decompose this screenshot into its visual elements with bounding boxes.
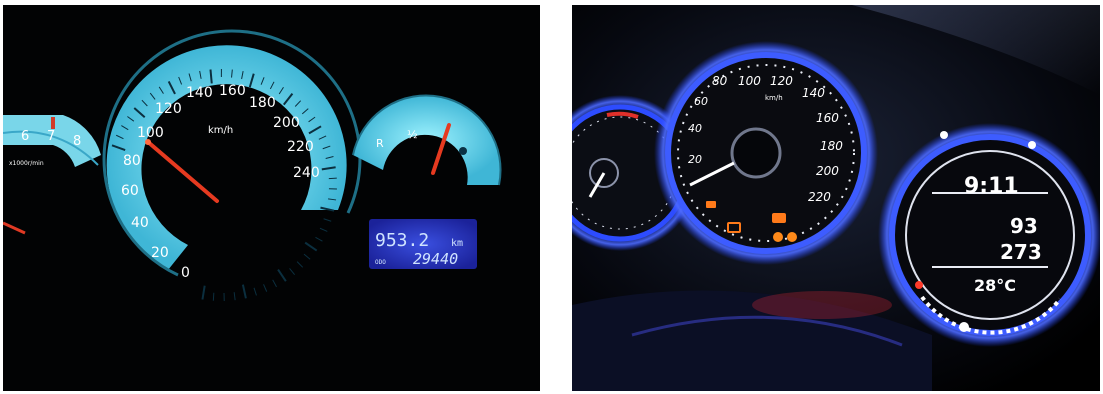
speedo-tick-label: 60 (694, 95, 708, 108)
speedo-unit-label: km/h (208, 125, 233, 136)
photo-dashboard-modern: 20 40 60 80 100 120 140 160 180 200 220 … (572, 5, 1100, 391)
speedo-tick (201, 285, 206, 300)
speedo-tick (253, 287, 257, 296)
speedometer-needle (146, 140, 219, 203)
airbag-warning-icon (787, 232, 797, 242)
speedo-tick-label: 140 (802, 86, 825, 100)
speedo-tick (233, 292, 236, 301)
trip-unit: km (451, 238, 463, 249)
seatbelt-warning-icon (773, 232, 783, 242)
speedo-tick (323, 218, 332, 222)
speedo-tick (263, 284, 268, 292)
speedo-tick (209, 69, 213, 84)
speedo-tick-label: 160 (219, 83, 246, 99)
speedo-tick-label: 220 (808, 190, 831, 204)
speedo-tick (304, 241, 318, 252)
warning-light-icon (706, 201, 716, 208)
speedo-tick-label: 40 (688, 122, 702, 135)
clock-time: 9:11 (964, 174, 1019, 199)
speedo-tick-label: 80 (123, 153, 141, 169)
speedo-tick-label: 160 (816, 111, 839, 125)
speedo-tick-label: 80 (712, 74, 728, 88)
multi-info-display: 9:11 93 273 28°C (878, 123, 1100, 347)
engine-warning-icon (772, 213, 786, 223)
indicator-icon (940, 131, 948, 139)
outside-temperature: 28°C (974, 276, 1016, 295)
speedo-tick (241, 284, 247, 299)
odometer-reading: 29440 (413, 250, 458, 268)
speedo-tick-label: 240 (293, 165, 320, 181)
speedo-tick-label: 20 (688, 153, 702, 166)
speedo-tick-label: 0 (181, 265, 190, 281)
dashboard-blue-illustration: 6 7 8 x1000r/min 0 20 40 60 80 100 120 1… (3, 29, 502, 301)
fuel-half-label: ½ (407, 128, 418, 141)
odo-label: ODO (375, 259, 386, 266)
dashboard-modern-illustration: 20 40 60 80 100 120 140 160 180 200 220 … (572, 5, 1100, 391)
speedo-tick (272, 279, 277, 288)
speedo-tick-label: 120 (770, 74, 793, 88)
fuel-low-indicator (915, 281, 923, 289)
tach-redline (51, 117, 55, 129)
fuel-empty-label: R (376, 137, 384, 150)
info-value-secondary: 273 (1000, 240, 1042, 264)
tach-tick-label: 8 (73, 134, 81, 149)
tach-unit-label: x1000r/min (9, 160, 44, 167)
red-glow-reflection (752, 291, 892, 319)
speedo-tick-label: 200 (273, 115, 300, 131)
tach-tick-label: 6 (21, 129, 29, 144)
trip-reading: 953.2 (375, 230, 429, 251)
speedo-tick-label: 120 (155, 101, 182, 117)
fuel-pump-icon (459, 147, 467, 155)
speedo-unit-label: km/h (765, 94, 783, 102)
speedo-tick-label: 200 (816, 164, 839, 178)
photo-dashboard-blue: 6 7 8 x1000r/min 0 20 40 60 80 100 120 1… (3, 5, 540, 391)
speedo-tick (277, 269, 287, 282)
speedo-tick-label: 60 (121, 183, 139, 199)
speedo-tick-label: 180 (820, 139, 843, 153)
speedometer-gauge: 0 20 40 60 80 100 120 140 160 180 200 22… (102, 29, 362, 301)
speedo-tick (289, 268, 296, 275)
speedometer-gauge: 20 40 60 80 100 120 140 160 180 200 220 … (654, 41, 878, 265)
fuel-gauge: R ½ (352, 94, 502, 186)
speedo-tick (303, 253, 311, 260)
tachometer-gauge: 6 7 8 x1000r/min (3, 115, 101, 235)
odometer-display: 953.2 km ODO 29440 (369, 219, 477, 269)
tach-needle (3, 221, 26, 235)
speedo-tick-label: 20 (151, 245, 169, 261)
indicator-icon (1028, 141, 1036, 149)
speedo-tick-label: 180 (249, 95, 276, 111)
tach-tick-label: 7 (47, 129, 55, 144)
speedo-tick (212, 292, 215, 301)
speedo-tick-label: 220 (287, 139, 314, 155)
speedo-tick-label: 140 (186, 85, 213, 101)
speedo-tick (315, 236, 323, 242)
info-value-primary: 93 (1010, 214, 1038, 238)
speedo-tick (319, 227, 328, 232)
seat-icon (959, 322, 969, 332)
speedo-tick-label: 100 (137, 125, 164, 141)
speedometer-hub (730, 127, 782, 179)
speedo-tick-label: 40 (131, 215, 149, 231)
speedo-tick (296, 261, 304, 268)
speedo-tick-label: 100 (738, 74, 761, 88)
